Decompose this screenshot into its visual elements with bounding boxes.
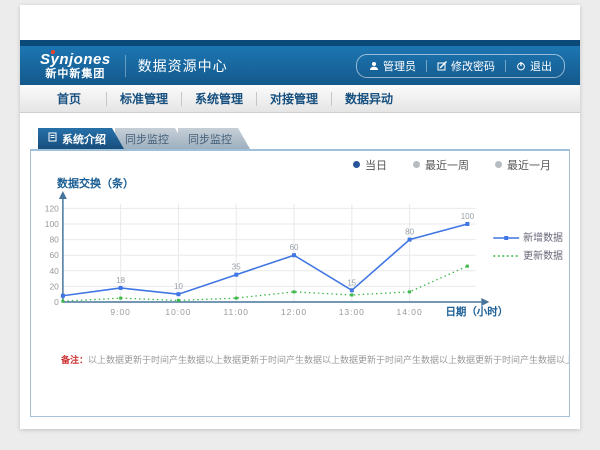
y-axis-arrow-icon [59,191,67,199]
nav-item-1[interactable]: 首页 [32,90,106,107]
tab-1[interactable]: 系统介绍 [38,128,124,149]
tab-label: 系统介绍 [62,131,106,147]
user-menu-item-3[interactable]: 退出 [516,58,552,74]
data-point-label: 15 [347,278,356,287]
data-point[interactable] [408,290,411,293]
y-tick-label: 80 [49,235,59,245]
radio-dot [495,161,502,168]
company-name: 新中新集团 [45,69,105,80]
x-tick-label: 9:00 [110,307,130,317]
user-menu-separator [505,60,506,72]
x-tick-label: 12:00 [281,307,307,317]
content-card: 系统介绍 同步监控 同步监控 当日 最近一周 最近一月 数据交换（条） 0 20 40 60 8… [30,128,570,417]
x-tick-label: 14:00 [397,307,423,317]
brand-name: Synjones [40,52,111,67]
x-tick-label: 11:00 [223,307,249,317]
time-range-filter: 当日 最近一周 最近一月 [31,155,569,174]
legend-label[interactable]: 更新数据 [523,249,563,262]
tab-label: 同步监控 [125,131,169,147]
data-point-label: 80 [405,228,414,237]
line-chart: 0 20 40 60 80 100 120 9:00 10:00 11:00 12:00 13:00 1… [31,190,569,325]
user-menu-item-2[interactable]: 修改密码 [437,58,495,74]
y-tick-label: 100 [45,219,59,229]
note-text: 以上数据更新于时间产生数据以上数据更新于时间产生数据以上数据更新于时间产生数据以… [88,355,569,365]
x-axis-title: 日期（小时） [445,305,508,318]
data-point-label: 100 [461,212,475,221]
data-point[interactable] [350,293,353,296]
data-point-label: 18 [116,276,125,285]
radio-label: 最近一周 [425,157,469,173]
data-point[interactable] [119,286,123,290]
company-logo: Synjones 新中新集团 [40,52,111,80]
data-point-label: 60 [290,243,299,252]
x-axis-arrow-icon [481,298,489,306]
card-body: 当日 最近一周 最近一月 数据交换（条） 0 20 40 60 80 100 120 9:00 10… [30,149,570,417]
page-top-margin [20,5,580,40]
nav-item-3[interactable]: 系统管理 [182,90,256,107]
x-tick-label: 13:00 [339,307,365,317]
radio-option-2[interactable]: 最近一周 [413,157,469,173]
brand-red-dot-icon [51,50,55,54]
user-icon [369,61,379,71]
data-point[interactable] [350,288,354,292]
radio-dot [413,161,420,168]
power-icon [516,61,526,71]
app-header: Synjones 新中新集团 数据资源中心 管理员 修改密码 退出 [20,46,580,85]
data-point[interactable] [234,273,238,277]
app-title: 数据资源中心 [138,56,228,76]
data-point[interactable] [119,297,122,300]
data-point[interactable] [61,294,65,298]
y-tick-label: 0 [54,297,59,307]
data-point[interactable] [465,222,469,226]
nav-item-2[interactable]: 标准管理 [107,90,181,107]
data-point[interactable] [61,300,64,303]
desktop-background: { "header": { "logo": { "brand": "Synjon… [0,0,600,450]
radio-label: 最近一月 [507,157,551,173]
data-point[interactable] [293,290,296,293]
browser-page: Synjones 新中新集团 数据资源中心 管理员修改密码退出 首页标准管理系统… [20,5,580,429]
user-menu-separator [426,60,427,72]
radio-option-1[interactable]: 当日 [353,157,387,173]
header-divider [125,55,126,77]
legend-point-icon [504,236,508,240]
y-tick-label: 40 [49,266,59,276]
footer-note: 备注：以上数据更新于时间产生数据以上数据更新于时间产生数据以上数据更新于时间产生… [61,353,569,366]
tab-2[interactable]: 同步监控 [115,128,187,149]
data-point[interactable] [235,297,238,300]
data-point[interactable] [292,253,296,257]
data-point[interactable] [466,265,469,268]
tab-label: 同步监控 [188,131,232,147]
data-point-label: 10 [174,282,183,291]
data-point[interactable] [408,238,412,242]
main-nav: 首页标准管理系统管理对接管理数据异动 [20,85,580,113]
data-point[interactable] [177,299,180,302]
legend-label[interactable]: 新增数据 [523,231,563,244]
user-menu-label: 退出 [530,58,552,74]
y-tick-label: 120 [45,203,59,213]
user-menu: 管理员 修改密码 退出 [356,54,565,78]
x-tick-label: 10:00 [165,307,191,317]
radio-label: 当日 [365,157,387,173]
radio-dot [353,161,360,168]
note-prefix: 备注： [61,355,88,365]
tab-bar: 系统介绍 同步监控 同步监控 [30,128,570,149]
data-point[interactable] [176,292,180,296]
user-menu-label: 修改密码 [451,58,495,74]
y-tick-label: 60 [49,250,59,260]
tab-3[interactable]: 同步监控 [178,128,250,149]
edit-icon [437,61,447,71]
user-menu-label: 管理员 [383,58,416,74]
nav-item-5[interactable]: 数据异动 [332,90,406,107]
nav-item-4[interactable]: 对接管理 [257,90,331,107]
y-axis-title: 数据交换（条） [57,175,569,190]
radio-option-3[interactable]: 最近一月 [495,157,551,173]
user-menu-item-1[interactable]: 管理员 [369,58,416,74]
y-tick-label: 20 [49,281,59,291]
document-icon [48,132,57,145]
data-point-label: 35 [232,263,241,272]
